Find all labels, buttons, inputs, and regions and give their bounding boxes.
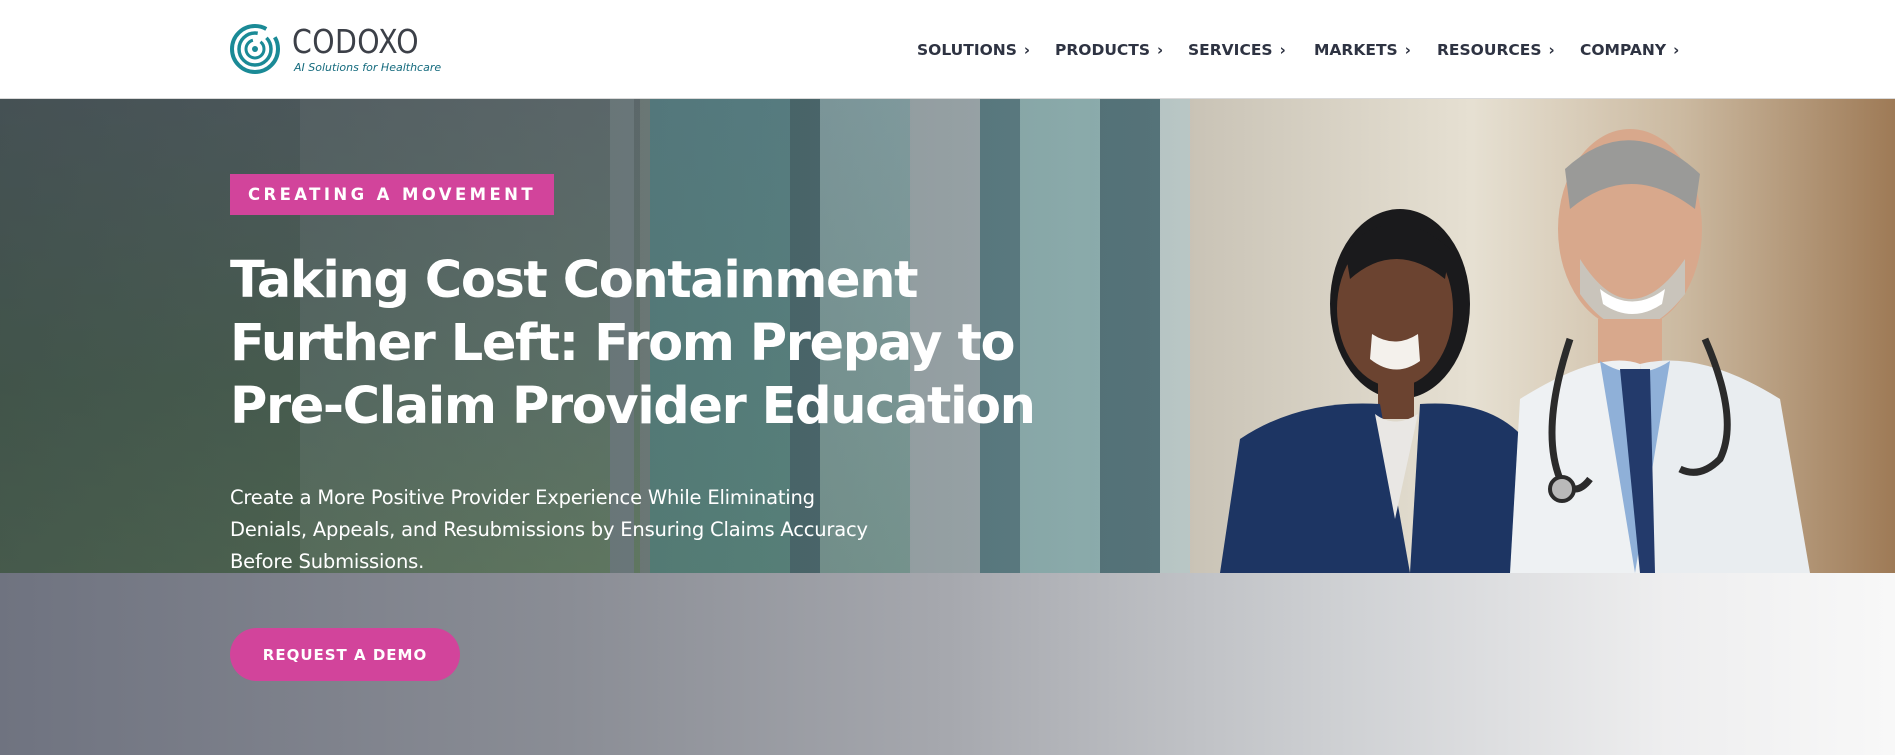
hero-subtitle: Create a More Positive Provider Experien… — [230, 486, 868, 573]
request-demo-button[interactable]: REQUEST A DEMO — [230, 628, 460, 681]
hero-title: Taking Cost Containment Further Left: Fr… — [230, 251, 1036, 436]
nav-item-label: PRODUCTS — [1055, 41, 1151, 59]
chevron-right-icon: › — [1279, 41, 1286, 59]
nav-item-solutions[interactable]: SOLUTIONS › — [917, 41, 1030, 59]
nav-item-company[interactable]: COMPANY › — [1580, 41, 1679, 59]
main-nav: SOLUTIONS › PRODUCTS › SERVICES › MARKETS › … — [0, 41, 1895, 61]
chevron-right-icon: › — [1404, 41, 1411, 59]
nav-item-label: SOLUTIONS — [917, 41, 1017, 59]
two-healthcare-professionals-illustration — [1220, 129, 1810, 573]
nav-item-markets[interactable]: MARKETS › — [1314, 41, 1411, 59]
site-header: CODOXO AI Solutions for Healthcare SOLUT… — [0, 0, 1895, 99]
nav-item-resources[interactable]: RESOURCES › — [1437, 41, 1555, 59]
chevron-right-icon: › — [1548, 41, 1555, 59]
nav-item-label: MARKETS — [1314, 41, 1398, 59]
brand-tagline: AI Solutions for Healthcare — [294, 61, 442, 74]
nav-item-services[interactable]: SERVICES › — [1188, 41, 1286, 59]
hero-section: CREATING A MOVEMENT Taking Cost Containm… — [0, 99, 1895, 755]
nav-item-label: RESOURCES — [1437, 41, 1542, 59]
nav-item-label: COMPANY — [1580, 41, 1667, 59]
chevron-right-icon: › — [1023, 41, 1031, 59]
chevron-right-icon: › — [1157, 41, 1164, 59]
hero-badge: CREATING A MOVEMENT — [230, 174, 554, 215]
nav-item-products[interactable]: PRODUCTS › — [1055, 41, 1163, 59]
chevron-right-icon: › — [1673, 41, 1680, 59]
nav-item-label: SERVICES — [1188, 41, 1273, 59]
